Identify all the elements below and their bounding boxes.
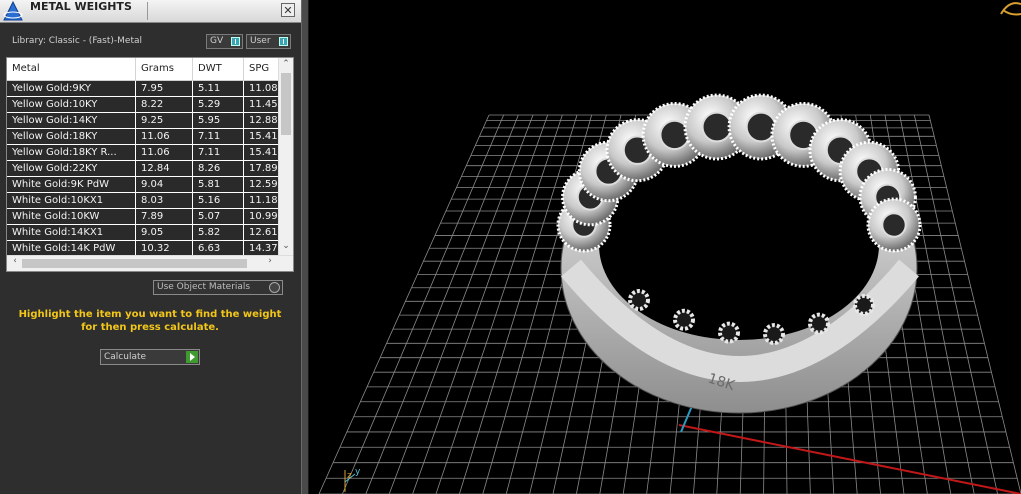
scroll-up-icon[interactable]: ⌃ (279, 59, 293, 69)
table-row[interactable]: White Gold:10KX1 8.03 5.16 11.18 (7, 193, 284, 209)
radio-icon[interactable] (269, 282, 280, 293)
grams-cell: 12.84 (136, 161, 193, 176)
column-header-grams[interactable]: Grams (136, 58, 193, 80)
table-row[interactable]: Yellow Gold:18KY 11.06 7.11 15.41 (7, 129, 284, 145)
user-toggle-label: User (250, 36, 271, 46)
scroll-down-icon[interactable]: ⌄ (279, 241, 293, 251)
grams-cell: 9.04 (136, 177, 193, 192)
vertical-scroll-thumb[interactable] (281, 73, 291, 135)
metal-cell: White Gold:10KW (7, 209, 136, 224)
grams-cell: 7.89 (136, 209, 193, 224)
metal-cell: Yellow Gold:18KY R... (7, 145, 136, 160)
grams-cell: 11.06 (136, 129, 193, 144)
play-icon (186, 351, 198, 363)
table-row[interactable]: Yellow Gold:22KY 12.84 8.26 17.89 (7, 161, 284, 177)
metal-cell: Yellow Gold:22KY (7, 161, 136, 176)
metal-weights-panel: METAL WEIGHTS ✕ Library: Classic - (Fast… (0, 0, 301, 494)
grams-cell: 8.03 (136, 193, 193, 208)
dwt-cell: 5.29 (193, 97, 244, 112)
grams-cell: 10.32 (136, 241, 193, 256)
toggle-icon (231, 37, 240, 46)
x-axis-line (678, 424, 1021, 494)
axis-gizmo: y z (344, 467, 361, 492)
dwt-cell: 5.95 (193, 113, 244, 128)
grams-cell: 9.25 (136, 113, 193, 128)
dwt-cell: 7.11 (193, 145, 244, 160)
calculate-label: Calculate (104, 352, 147, 362)
viewport-canvas[interactable]: 18K y z (309, 0, 1021, 494)
gv-toggle[interactable]: GV (206, 34, 243, 49)
grams-cell: 9.05 (136, 225, 193, 240)
use-object-materials-label: Use Object Materials (157, 282, 251, 292)
column-header-dwt[interactable]: DWT (193, 58, 244, 80)
axis-y-label: y (355, 467, 361, 477)
metal-cell: White Gold:9K PdW (7, 177, 136, 192)
table-row[interactable]: Yellow Gold:18KY R... 11.06 7.11 15.41 (7, 145, 284, 161)
app-logo-icon (3, 0, 23, 21)
table-row[interactable]: Yellow Gold:10KY 8.22 5.29 11.45 (7, 97, 284, 113)
table-row[interactable]: White Gold:14KX1 9.05 5.82 12.61 (7, 225, 284, 241)
metal-cell: Yellow Gold:18KY (7, 129, 136, 144)
table-row[interactable]: White Gold:10KW 7.89 5.07 10.99 (7, 209, 284, 225)
close-button[interactable]: ✕ (281, 3, 295, 17)
use-object-materials-toggle[interactable]: Use Object Materials (153, 280, 283, 295)
metal-cell: Yellow Gold:10KY (7, 97, 136, 112)
metal-cell: White Gold:14K PdW (7, 241, 136, 256)
ring-model[interactable]: 18K (556, 93, 922, 414)
table-body: Yellow Gold:9KY 7.95 5.11 11.08 Yellow Gold:… (7, 81, 284, 257)
column-header-metal[interactable]: Metal (7, 58, 136, 80)
table-row[interactable]: White Gold:9K PdW 9.04 5.81 12.59 (7, 177, 284, 193)
toggle-icon (279, 37, 288, 46)
user-toggle[interactable]: User (246, 34, 291, 49)
dwt-cell: 5.82 (193, 225, 244, 240)
dwt-cell: 7.11 (193, 129, 244, 144)
table-header: Metal Grams DWT SPG (7, 58, 279, 81)
vertical-scrollbar[interactable]: ⌃ ⌄ (278, 58, 293, 257)
title-separator (147, 2, 148, 20)
grams-cell: 7.95 (136, 81, 193, 96)
horizontal-scrollbar[interactable]: ‹ › (7, 255, 293, 271)
metal-cell: White Gold:10KX1 (7, 193, 136, 208)
metal-cell: Yellow Gold:14KY (7, 113, 136, 128)
horizontal-scroll-thumb[interactable] (22, 259, 247, 268)
gv-toggle-label: GV (210, 36, 224, 46)
grams-cell: 8.22 (136, 97, 193, 112)
table-row[interactable]: Yellow Gold:14KY 9.25 5.95 12.88 (7, 113, 284, 129)
metal-cell: Yellow Gold:9KY (7, 81, 136, 96)
axis-z-label: z (347, 471, 352, 481)
metal-cell: White Gold:14KX1 (7, 225, 136, 240)
dwt-cell: 5.07 (193, 209, 244, 224)
panel-splitter[interactable] (301, 0, 309, 494)
grams-cell: 11.06 (136, 145, 193, 160)
dwt-cell: 6.63 (193, 241, 244, 256)
orbit-gizmo-icon[interactable] (1000, 2, 1021, 16)
table-row[interactable]: Yellow Gold:9KY 7.95 5.11 11.08 (7, 81, 284, 97)
close-icon: ✕ (283, 4, 293, 17)
dwt-cell: 5.81 (193, 177, 244, 192)
dwt-cell: 8.26 (193, 161, 244, 176)
instruction-text: Highlight the item you want to find the … (18, 309, 282, 333)
3d-viewport[interactable]: 18K y z (309, 0, 1021, 494)
window-title: METAL WEIGHTS (30, 0, 132, 13)
dwt-cell: 5.11 (193, 81, 244, 96)
scroll-right-icon[interactable]: › (263, 256, 277, 266)
title-bar[interactable]: METAL WEIGHTS ✕ (0, 0, 301, 23)
dwt-cell: 5.16 (193, 193, 244, 208)
calculate-button[interactable]: Calculate (100, 349, 200, 365)
library-label: Library: Classic - (Fast)-Metal (12, 36, 143, 46)
metal-table[interactable]: Metal Grams DWT SPG Yellow Gold:9KY 7.95 5… (6, 57, 294, 272)
scroll-left-icon[interactable]: ‹ (8, 256, 22, 266)
